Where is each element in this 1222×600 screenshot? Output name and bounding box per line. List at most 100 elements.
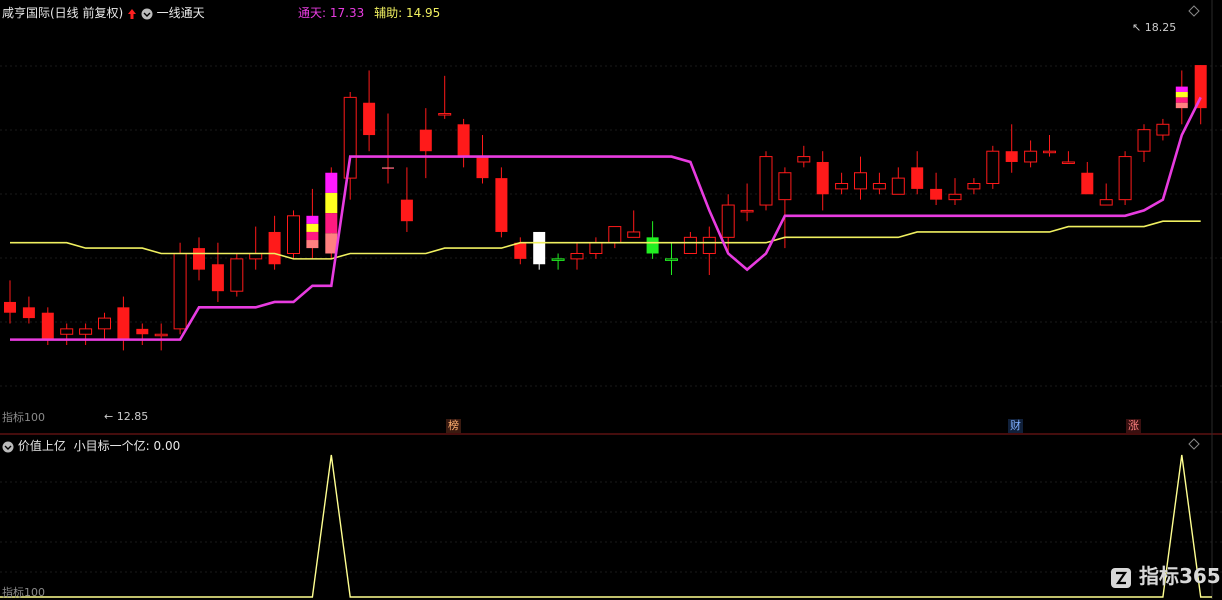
candle-body [458, 124, 470, 156]
candle-body [892, 178, 904, 194]
collapse-panel-icon[interactable] [1188, 5, 1200, 17]
candle-body [1195, 65, 1207, 108]
indicator-values: 通天: 17.33 辅助: 14.95 [298, 4, 440, 21]
signal-segment [325, 193, 337, 213]
candle-body [42, 313, 54, 340]
candle [155, 323, 167, 350]
candle-body [99, 318, 111, 329]
low-price-label: ← 12.85 [104, 410, 148, 423]
candle-body [1006, 151, 1018, 162]
candle-body [666, 259, 678, 261]
ma-line [10, 221, 1201, 259]
chevron-down-icon[interactable] [141, 8, 153, 20]
candle [609, 227, 621, 249]
price-panel-corner-label: 指标100 [2, 409, 45, 425]
chevron-down-icon[interactable] [2, 441, 14, 453]
candle [836, 173, 848, 195]
candle-body [855, 173, 867, 189]
candle-body [193, 248, 205, 270]
candle [23, 297, 35, 324]
fuzhu-label: 辅助: [374, 6, 402, 20]
candle [363, 70, 375, 151]
candle [514, 237, 526, 264]
candle [892, 167, 904, 194]
candle-body [1119, 157, 1131, 200]
candle-body [1044, 151, 1056, 153]
candle [1176, 70, 1188, 124]
subpanel-value: 0.00 [154, 439, 181, 453]
candle-body [987, 151, 999, 183]
candle-body [1157, 124, 1169, 135]
candle [571, 243, 583, 270]
candle-body [250, 253, 262, 258]
candle [1062, 151, 1074, 163]
candle-body [212, 264, 224, 291]
candle [117, 297, 129, 351]
signal-segment [1176, 87, 1188, 92]
candle [798, 146, 810, 168]
watermark: 指标365 [1110, 560, 1221, 589]
candle [741, 184, 753, 222]
candle-body [344, 97, 356, 178]
candle-body [269, 232, 281, 264]
indicator-name[interactable]: 一线通天 [157, 6, 205, 20]
candle [193, 237, 205, 280]
candle-body [684, 237, 696, 253]
candle-body [420, 130, 432, 152]
candle [533, 232, 545, 270]
candle-body [61, 329, 73, 334]
marker-1: 榜 [446, 419, 461, 433]
signal-segment [1176, 103, 1188, 108]
collapse-subpanel-icon[interactable] [1188, 438, 1200, 450]
candle [4, 280, 16, 323]
candle [1119, 151, 1131, 205]
fuzhu-value: 14.95 [406, 6, 440, 20]
candle-body [439, 114, 451, 116]
candle-body [779, 173, 791, 200]
candle [99, 313, 111, 340]
candle-body [949, 194, 961, 199]
candle-body [477, 157, 489, 179]
candle [1025, 140, 1037, 167]
candle-body [23, 307, 35, 318]
candle-body [288, 216, 300, 254]
signal-segment [306, 224, 318, 232]
candle [666, 243, 678, 275]
candle-body [231, 259, 243, 291]
candle [779, 167, 791, 248]
chart-window[interactable]: 咸亨国际(日线 前复权) 一线通天 通天: 17.33 辅助: 14.95 ↖ … [0, 0, 1222, 599]
candle [420, 108, 432, 178]
candle-body [155, 334, 167, 336]
candle-body [495, 178, 507, 232]
candle [80, 323, 92, 345]
subpanel-header: 价值上亿 小目标一个亿: 0.00 [2, 437, 180, 454]
candle [382, 114, 394, 184]
candle-body [703, 237, 715, 253]
candle-body [136, 329, 148, 334]
candle [1006, 124, 1018, 172]
marker-3: 涨 [1126, 419, 1141, 433]
chart-canvas[interactable] [0, 0, 1222, 599]
candle [628, 210, 640, 237]
candle [1044, 135, 1056, 157]
candle-body [628, 232, 640, 237]
candle [930, 173, 942, 205]
candle-body [930, 189, 942, 200]
candle-body [968, 184, 980, 189]
candle-body [647, 237, 659, 253]
candle [817, 151, 829, 210]
candle [760, 151, 772, 210]
tongtian-label: 通天: [298, 6, 326, 20]
candle [1138, 124, 1150, 162]
signal-segment [325, 213, 337, 233]
subpanel-title[interactable]: 价值上亿 [18, 439, 66, 453]
candle-body [1025, 151, 1037, 162]
candle [231, 253, 243, 296]
candle-body [4, 302, 16, 313]
candle [1081, 162, 1093, 194]
marker-2: 财 [1008, 419, 1023, 433]
candle [1157, 119, 1169, 141]
watermark-text: 指标365 [1139, 564, 1221, 588]
tongtian-line [10, 97, 1201, 339]
candle-body [401, 200, 413, 222]
